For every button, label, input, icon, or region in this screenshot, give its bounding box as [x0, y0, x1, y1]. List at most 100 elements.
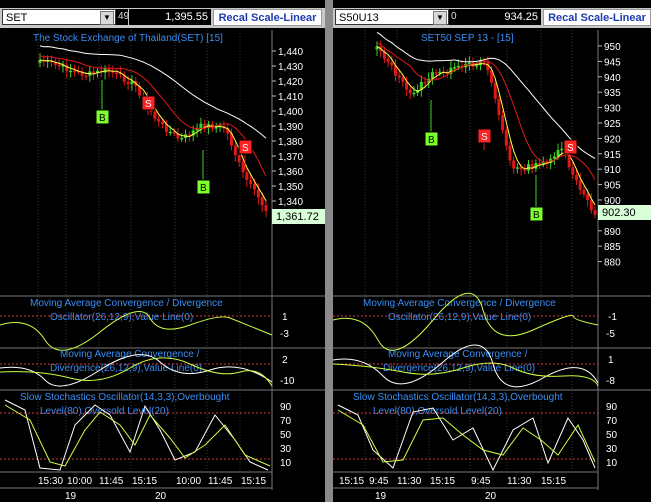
chart-panel-set: SET ▼ 49 1,395.55 Recal Scale-Linear The…	[0, 0, 325, 502]
candle-body	[161, 121, 165, 125]
candle-body	[180, 137, 184, 140]
macd-tick-label: -1	[608, 312, 617, 323]
price-tick-label: 925	[604, 119, 621, 130]
time-tick-label: 10:00	[176, 476, 201, 487]
price-tick-label: 945	[604, 57, 621, 68]
candle-body	[434, 72, 438, 74]
buy-signal-label: B	[99, 113, 106, 124]
panel-divider[interactable]	[325, 0, 333, 502]
time-tick-label: 15:15	[339, 476, 364, 487]
candle-body	[249, 180, 253, 184]
price-tick-label: 1,400	[278, 107, 303, 118]
time-tick-label: 11:30	[507, 476, 532, 487]
stochastics-tick-label: 10	[280, 458, 292, 469]
ma-fast-line	[39, 59, 267, 202]
macd-tick-label: -3	[280, 329, 289, 340]
price-tick-label: 880	[604, 258, 621, 269]
price-tick-label: 905	[604, 181, 621, 192]
time-tick-label: 11:45	[208, 476, 233, 487]
candle-body	[115, 72, 119, 75]
time-tick-label: 15:15	[132, 476, 157, 487]
candle-body	[423, 81, 427, 84]
macd-oscillator-title: Moving Average Convergence / Divergence	[363, 298, 556, 309]
buy-signal-label: B	[533, 210, 540, 221]
candle-body	[552, 156, 556, 159]
price-tick-label: 1,410	[278, 92, 303, 103]
chart-title: The Stock Exchange of Thailand(SET) [15]	[33, 33, 223, 44]
candle-body	[501, 115, 505, 131]
sell-signal-label: S	[567, 143, 574, 154]
stochastics-tick-label: 30	[606, 444, 618, 455]
ma-mid-line	[376, 41, 596, 180]
candle-body	[260, 197, 264, 206]
price-tick-label: 890	[604, 227, 621, 238]
macd-tick-label: -5	[606, 329, 615, 340]
stochastics-tick-label: 10	[606, 458, 618, 469]
candle-body	[237, 155, 241, 162]
candle-body	[497, 98, 501, 116]
stochastics-title: Slow Stochastics Oscillator(14,3,3),Over…	[20, 392, 230, 403]
candle-body	[386, 58, 390, 63]
sell-signal-label: S	[481, 132, 488, 143]
time-tick-label: 15:15	[430, 476, 455, 487]
stochastics-tick-label: 30	[280, 444, 292, 455]
candle-body	[412, 92, 416, 95]
price-tick-label: 930	[604, 104, 621, 115]
candle-body	[241, 161, 245, 173]
date-tick-label: 20	[485, 491, 497, 502]
stochastics-tick-label: 50	[280, 430, 292, 441]
buy-signal-label: B	[200, 183, 207, 194]
candle-body	[390, 62, 394, 66]
candle-body	[575, 174, 579, 181]
candle-body	[233, 145, 237, 156]
price-tick-label: 1,390	[278, 122, 303, 133]
chart-title: SET50 SEP 13 - [15]	[421, 33, 514, 44]
price-tick-label: 1,440	[278, 47, 303, 58]
price-tick-label: 1,370	[278, 152, 303, 163]
candle-body	[593, 210, 597, 215]
chart-canvas[interactable]: SET50 SEP 13 - [15] 950 945 940 935 930 925 920…	[333, 0, 651, 502]
chart-canvas[interactable]: The Stock Exchange of Thailand(SET) [15]…	[0, 0, 325, 502]
time-tick-label: 11:45	[99, 476, 124, 487]
candle-body	[523, 169, 527, 171]
macd-tick-label: -8	[606, 376, 615, 387]
candle-body	[571, 167, 575, 175]
stochastics-tick-label: 50	[606, 430, 618, 441]
candle-body	[397, 75, 401, 78]
macd-tick-label: -10	[280, 376, 295, 387]
candle-body	[92, 71, 96, 74]
price-tick-label: 1,430	[278, 62, 303, 73]
buy-signal-label: B	[428, 135, 435, 146]
candle-body	[264, 205, 268, 211]
chart-panel-s50: S50U13 ▼ 0 934.25 Recal Scale-Linear SET…	[333, 0, 651, 502]
price-tick-label: 1,360	[278, 167, 303, 178]
date-tick-label: 19	[65, 491, 77, 502]
stochastics-tick-label: 90	[606, 402, 618, 413]
macd-tick-label: 1	[608, 355, 614, 366]
price-tick-label: 1,420	[278, 77, 303, 88]
stochastics-tick-label: 90	[280, 402, 292, 413]
candle-body	[57, 64, 61, 67]
candle-body	[401, 77, 405, 82]
candle-body	[538, 163, 542, 165]
date-tick-label: 19	[375, 491, 387, 502]
candle-body	[453, 67, 457, 69]
time-tick-label: 15:15	[241, 476, 266, 487]
price-tick-label: 1,350	[278, 182, 303, 193]
price-tick-label: 935	[604, 88, 621, 99]
time-tick-label: 15:15	[541, 476, 566, 487]
price-tick-label: 885	[604, 242, 621, 253]
sell-signal-label: S	[242, 143, 249, 154]
candle-body	[408, 89, 412, 94]
price-tick-label: 940	[604, 73, 621, 84]
time-tick-label: 9:45	[471, 476, 491, 487]
candle-body	[69, 70, 73, 73]
price-tick-label: 915	[604, 150, 621, 161]
candle-body	[245, 172, 249, 181]
candle-body	[456, 65, 460, 68]
candle-body	[560, 148, 564, 151]
candle-body	[504, 130, 508, 146]
candle-body	[126, 81, 130, 85]
candle-body	[512, 160, 516, 169]
ma-slow-line	[39, 45, 267, 139]
